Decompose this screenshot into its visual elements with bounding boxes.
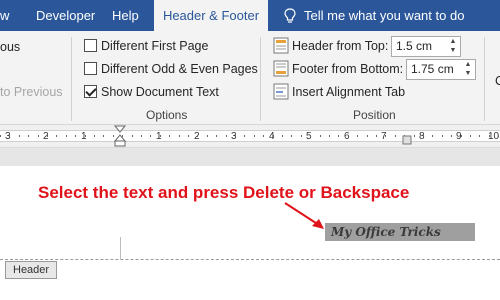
ruler-tick: [319, 135, 321, 137]
footer-position-icon: [273, 60, 289, 77]
text-margin-marker: [120, 237, 121, 259]
tab-header-footer[interactable]: Header & Footer: [154, 0, 268, 31]
ruler-tick: [131, 135, 133, 137]
instruction-annotation: Select the text and press Delete or Back…: [38, 183, 410, 202]
previous-button[interactable]: ous: [0, 40, 20, 54]
ruler-tick: [235, 135, 236, 137]
show-document-text-label: Show Document Text: [101, 85, 219, 99]
tell-me-text: Tell me what you want to do: [304, 8, 465, 23]
go-to-previous-button[interactable]: to Previous: [0, 85, 63, 99]
ruler-tick: [159, 135, 161, 137]
ruler-tick: [225, 135, 227, 137]
footer-from-bottom-value: 1.75 cm: [411, 62, 454, 76]
spinner-arrows-icon[interactable]: ▲ ▼: [446, 37, 460, 56]
tab-developer[interactable]: Developer: [36, 0, 114, 31]
horizontal-ruler[interactable]: 3 2 1 1 2 3 4 5 6 7 8 9 10: [0, 125, 500, 148]
options-group-label: Options: [146, 108, 188, 122]
ruler-tick: [347, 135, 349, 137]
ruler-tick: [47, 135, 48, 137]
ruler-tick: [216, 135, 218, 137]
ruler-tick: [310, 135, 312, 137]
ruler-tick: [338, 135, 340, 137]
tell-me-search[interactable]: Tell me what you want to do: [284, 0, 464, 31]
ruler-tick: [282, 135, 283, 137]
header-from-top-value: 1.5 cm: [396, 39, 433, 53]
right-tab-marker-icon[interactable]: [402, 135, 412, 145]
ruler-tick: [84, 135, 86, 137]
header-from-top-spinner[interactable]: 1.5 cm ▲ ▼: [391, 36, 461, 57]
ruler-tick: [169, 135, 171, 137]
ruler-tick: [376, 135, 377, 137]
ruler-tick: [9, 135, 11, 137]
ruler-tick: [28, 135, 30, 137]
show-document-text-checkbox[interactable]: [84, 85, 97, 98]
ruler-tick: [141, 135, 142, 137]
group-divider: [484, 37, 485, 121]
ruler-tick: [432, 135, 434, 137]
ruler-tick: [178, 135, 180, 137]
ruler-tick: [263, 135, 265, 137]
ruler-tick: [244, 135, 246, 137]
ruler-tick: [37, 135, 39, 137]
ruler-tick: [150, 135, 152, 137]
position-group-label: Position: [353, 108, 396, 122]
lightbulb-icon: [284, 7, 296, 23]
arrow-icon: [284, 202, 324, 229]
ruler-tick: [253, 135, 255, 137]
ruler-tick: [94, 135, 95, 137]
ruler-tick: [460, 135, 462, 137]
ribbon-tab-bar: w Developer Help Header & Footer Tell me…: [0, 0, 500, 31]
group-divider: [260, 37, 261, 121]
group-divider: [71, 37, 72, 121]
header-from-top-label: Header from Top:: [292, 39, 389, 53]
footer-from-bottom-spinner[interactable]: 1.75 cm ▲ ▼: [406, 59, 476, 80]
ruler-tick: [488, 135, 490, 137]
ruler-tick: [75, 135, 77, 137]
close-group-label: C: [495, 74, 500, 88]
ruler-tick: [300, 135, 302, 137]
selected-header-text[interactable]: My Office Tricks: [325, 223, 475, 241]
ruler-tick: [291, 135, 293, 137]
spinner-arrows-icon[interactable]: ▲ ▼: [461, 60, 475, 79]
header-position-icon: [273, 37, 289, 54]
ruler-tick: [56, 135, 58, 137]
ruler-tick: [451, 135, 453, 137]
alignment-tab-icon: [273, 83, 289, 100]
ruler-tick: [498, 135, 500, 137]
ruler-tick: [357, 135, 359, 137]
different-first-page-label: Different First Page: [101, 39, 209, 53]
ruler-tick: [385, 135, 387, 137]
ruler-tick: [366, 135, 368, 137]
ruler-tick: [188, 135, 189, 137]
ruler-tick: [470, 135, 471, 137]
ruler-tick: [441, 135, 443, 137]
footer-from-bottom-label: Footer from Bottom:: [292, 62, 404, 76]
different-first-page-checkbox[interactable]: [84, 39, 97, 52]
tab-view[interactable]: w: [0, 0, 22, 31]
ruler-tick: [413, 135, 415, 137]
different-odd-even-checkbox[interactable]: [84, 62, 97, 75]
different-odd-even-label: Different Odd & Even Pages: [101, 62, 258, 76]
document-background: [0, 148, 500, 166]
insert-alignment-tab-button[interactable]: Insert Alignment Tab: [292, 85, 405, 99]
header-boundary-line: [0, 259, 500, 260]
ruler-tick: [206, 135, 208, 137]
tab-help[interactable]: Help: [112, 0, 142, 31]
ruler-tick: [0, 135, 1, 137]
ruler-strip: 3 2 1 1 2 3 4 5 6 7 8 9 10: [0, 130, 500, 142]
ruler-tick: [394, 135, 396, 137]
header-tag: Header: [5, 261, 58, 279]
indent-marker-icon[interactable]: [113, 125, 127, 148]
ruler-tick: [329, 135, 330, 137]
ruler-tick: [65, 135, 67, 137]
ruler-tick: [423, 135, 424, 137]
ruler-tick: [103, 135, 105, 137]
ribbon-panel: ous to Previous Different First Page Dif…: [0, 31, 500, 125]
ruler-tick: [18, 135, 20, 137]
ruler-tick: [272, 135, 274, 137]
ruler-tick: [197, 135, 199, 137]
ruler-tick: [479, 135, 481, 137]
